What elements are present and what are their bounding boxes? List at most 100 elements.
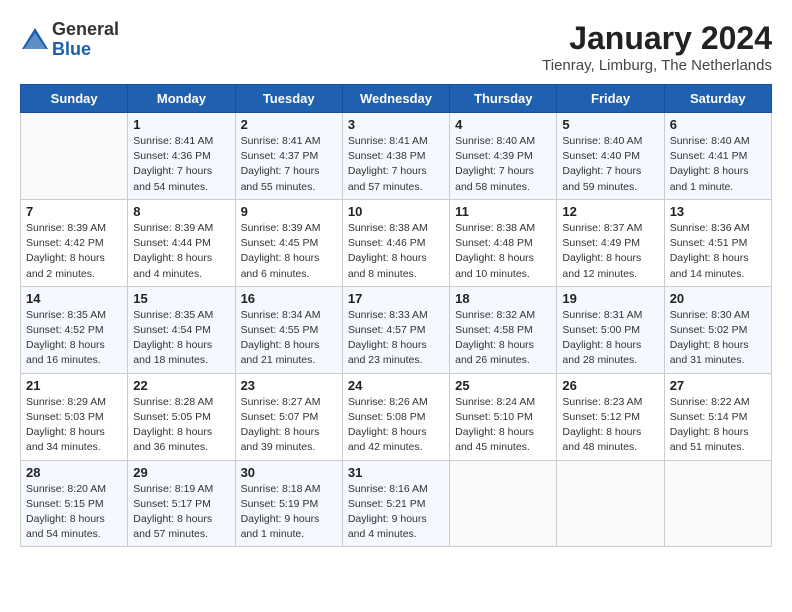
logo-text: General Blue	[52, 20, 119, 60]
day-info: Sunrise: 8:18 AMSunset: 5:19 PMDaylight:…	[241, 482, 337, 543]
calendar-cell: 11Sunrise: 8:38 AMSunset: 4:48 PMDayligh…	[450, 199, 557, 286]
calendar-cell: 22 Sunrise: 8:28 AMSunset: 5:05 PMDayligh…	[128, 373, 235, 460]
day-info: Sunrise: 8:23 AMSunset: 5:12 PMDaylight:…	[562, 395, 658, 456]
calendar-cell: 27 Sunrise: 8:22 AMSunset: 5:14 PMDayligh…	[664, 373, 771, 460]
calendar-cell: 15 Sunrise: 8:35 AMSunset: 4:54 PMDayligh…	[128, 286, 235, 373]
calendar-cell: 18 Sunrise: 8:32 AMSunset: 4:58 PMDayligh…	[450, 286, 557, 373]
day-number: 25	[455, 378, 551, 393]
day-number: 26	[562, 378, 658, 393]
day-info: Sunrise: 8:39 AMSunset: 4:44 PMDaylight:…	[133, 221, 229, 282]
day-number: 24	[348, 378, 444, 393]
day-number: 20	[670, 291, 766, 306]
calendar-cell: 16 Sunrise: 8:34 AMSunset: 4:55 PMDayligh…	[235, 286, 342, 373]
day-number: 10	[348, 204, 444, 219]
day-header-monday: Monday	[128, 85, 235, 113]
calendar-cell: 7 Sunrise: 8:39 AMSunset: 4:42 PMDaylight…	[21, 199, 128, 286]
day-info: Sunrise: 8:38 AMSunset: 4:46 PMDaylight:…	[348, 221, 444, 282]
calendar-cell: 12 Sunrise: 8:37 AMSunset: 4:49 PMDayligh…	[557, 199, 664, 286]
calendar-cell: 31 Sunrise: 8:16 AMSunset: 5:21 PMDayligh…	[342, 460, 449, 547]
day-number: 15	[133, 291, 229, 306]
calendar-cell	[450, 460, 557, 547]
day-info: Sunrise: 8:39 AMSunset: 4:45 PMDaylight:…	[241, 221, 337, 282]
calendar-table: SundayMondayTuesdayWednesdayThursdayFrid…	[20, 84, 772, 547]
day-info: Sunrise: 8:27 AMSunset: 5:07 PMDaylight:…	[241, 395, 337, 456]
calendar-cell: 4Sunrise: 8:40 AMSunset: 4:39 PMDaylight…	[450, 113, 557, 200]
calendar-cell: 9 Sunrise: 8:39 AMSunset: 4:45 PMDaylight…	[235, 199, 342, 286]
day-info: Sunrise: 8:32 AMSunset: 4:58 PMDaylight:…	[455, 308, 551, 369]
calendar-week-2: 7 Sunrise: 8:39 AMSunset: 4:42 PMDaylight…	[21, 199, 772, 286]
day-info: Sunrise: 8:19 AMSunset: 5:17 PMDaylight:…	[133, 482, 229, 543]
calendar-cell: 5Sunrise: 8:40 AMSunset: 4:40 PMDaylight…	[557, 113, 664, 200]
calendar-cell: 23 Sunrise: 8:27 AMSunset: 5:07 PMDayligh…	[235, 373, 342, 460]
day-number: 31	[348, 465, 444, 480]
calendar-cell: 28 Sunrise: 8:20 AMSunset: 5:15 PMDayligh…	[21, 460, 128, 547]
calendar-cell: 1 Sunrise: 8:41 AMSunset: 4:36 PMDaylight…	[128, 113, 235, 200]
calendar-cell: 8Sunrise: 8:39 AMSunset: 4:44 PMDaylight…	[128, 199, 235, 286]
day-number: 3	[348, 117, 444, 132]
day-header-saturday: Saturday	[664, 85, 771, 113]
day-number: 9	[241, 204, 337, 219]
day-number: 19	[562, 291, 658, 306]
calendar-cell: 14Sunrise: 8:35 AMSunset: 4:52 PMDayligh…	[21, 286, 128, 373]
day-info: Sunrise: 8:37 AMSunset: 4:49 PMDaylight:…	[562, 221, 658, 282]
title-block: January 2024 Tienray, Limburg, The Nethe…	[542, 20, 772, 74]
month-year: January 2024	[542, 20, 772, 57]
day-header-friday: Friday	[557, 85, 664, 113]
calendar-cell: 29 Sunrise: 8:19 AMSunset: 5:17 PMDayligh…	[128, 460, 235, 547]
day-info: Sunrise: 8:35 AMSunset: 4:52 PMDaylight:…	[26, 308, 122, 369]
day-number: 4	[455, 117, 551, 132]
calendar-cell: 19 Sunrise: 8:31 AMSunset: 5:00 PMDayligh…	[557, 286, 664, 373]
day-info: Sunrise: 8:40 AMSunset: 4:41 PMDaylight:…	[670, 134, 766, 195]
day-info: Sunrise: 8:35 AMSunset: 4:54 PMDaylight:…	[133, 308, 229, 369]
calendar-cell: 21Sunrise: 8:29 AMSunset: 5:03 PMDayligh…	[21, 373, 128, 460]
day-number: 23	[241, 378, 337, 393]
day-number: 21	[26, 378, 122, 393]
logo-general: General	[52, 20, 119, 40]
day-info: Sunrise: 8:30 AMSunset: 5:02 PMDaylight:…	[670, 308, 766, 369]
day-number: 5	[562, 117, 658, 132]
day-number: 17	[348, 291, 444, 306]
calendar-cell	[21, 113, 128, 200]
day-header-sunday: Sunday	[21, 85, 128, 113]
day-header-wednesday: Wednesday	[342, 85, 449, 113]
day-number: 6	[670, 117, 766, 132]
day-number: 16	[241, 291, 337, 306]
day-info: Sunrise: 8:39 AMSunset: 4:42 PMDaylight:…	[26, 221, 122, 282]
day-number: 22	[133, 378, 229, 393]
day-number: 18	[455, 291, 551, 306]
calendar-week-5: 28 Sunrise: 8:20 AMSunset: 5:15 PMDayligh…	[21, 460, 772, 547]
day-number: 2	[241, 117, 337, 132]
day-info: Sunrise: 8:31 AMSunset: 5:00 PMDaylight:…	[562, 308, 658, 369]
day-header-thursday: Thursday	[450, 85, 557, 113]
calendar-cell: 3Sunrise: 8:41 AMSunset: 4:38 PMDaylight…	[342, 113, 449, 200]
day-info: Sunrise: 8:34 AMSunset: 4:55 PMDaylight:…	[241, 308, 337, 369]
day-header-tuesday: Tuesday	[235, 85, 342, 113]
calendar-week-3: 14Sunrise: 8:35 AMSunset: 4:52 PMDayligh…	[21, 286, 772, 373]
day-number: 28	[26, 465, 122, 480]
day-info: Sunrise: 8:33 AMSunset: 4:57 PMDaylight:…	[348, 308, 444, 369]
calendar-cell	[664, 460, 771, 547]
calendar-cell: 13Sunrise: 8:36 AMSunset: 4:51 PMDayligh…	[664, 199, 771, 286]
day-number: 30	[241, 465, 337, 480]
day-info: Sunrise: 8:41 AMSunset: 4:36 PMDaylight:…	[133, 134, 229, 195]
day-number: 11	[455, 204, 551, 219]
calendar-cell: 26 Sunrise: 8:23 AMSunset: 5:12 PMDayligh…	[557, 373, 664, 460]
calendar-cell: 10 Sunrise: 8:38 AMSunset: 4:46 PMDayligh…	[342, 199, 449, 286]
calendar-cell: 17 Sunrise: 8:33 AMSunset: 4:57 PMDayligh…	[342, 286, 449, 373]
day-info: Sunrise: 8:16 AMSunset: 5:21 PMDaylight:…	[348, 482, 444, 543]
calendar-cell: 20 Sunrise: 8:30 AMSunset: 5:02 PMDayligh…	[664, 286, 771, 373]
calendar-cell: 30 Sunrise: 8:18 AMSunset: 5:19 PMDayligh…	[235, 460, 342, 547]
day-number: 7	[26, 204, 122, 219]
calendar-cell	[557, 460, 664, 547]
day-info: Sunrise: 8:22 AMSunset: 5:14 PMDaylight:…	[670, 395, 766, 456]
logo-blue: Blue	[52, 40, 119, 60]
day-number: 1	[133, 117, 229, 132]
logo: General Blue	[20, 20, 119, 60]
day-info: Sunrise: 8:28 AMSunset: 5:05 PMDaylight:…	[133, 395, 229, 456]
day-number: 29	[133, 465, 229, 480]
day-number: 27	[670, 378, 766, 393]
day-info: Sunrise: 8:20 AMSunset: 5:15 PMDaylight:…	[26, 482, 122, 543]
calendar-cell: 2Sunrise: 8:41 AMSunset: 4:37 PMDaylight…	[235, 113, 342, 200]
calendar-cell: 24Sunrise: 8:26 AMSunset: 5:08 PMDayligh…	[342, 373, 449, 460]
day-number: 12	[562, 204, 658, 219]
